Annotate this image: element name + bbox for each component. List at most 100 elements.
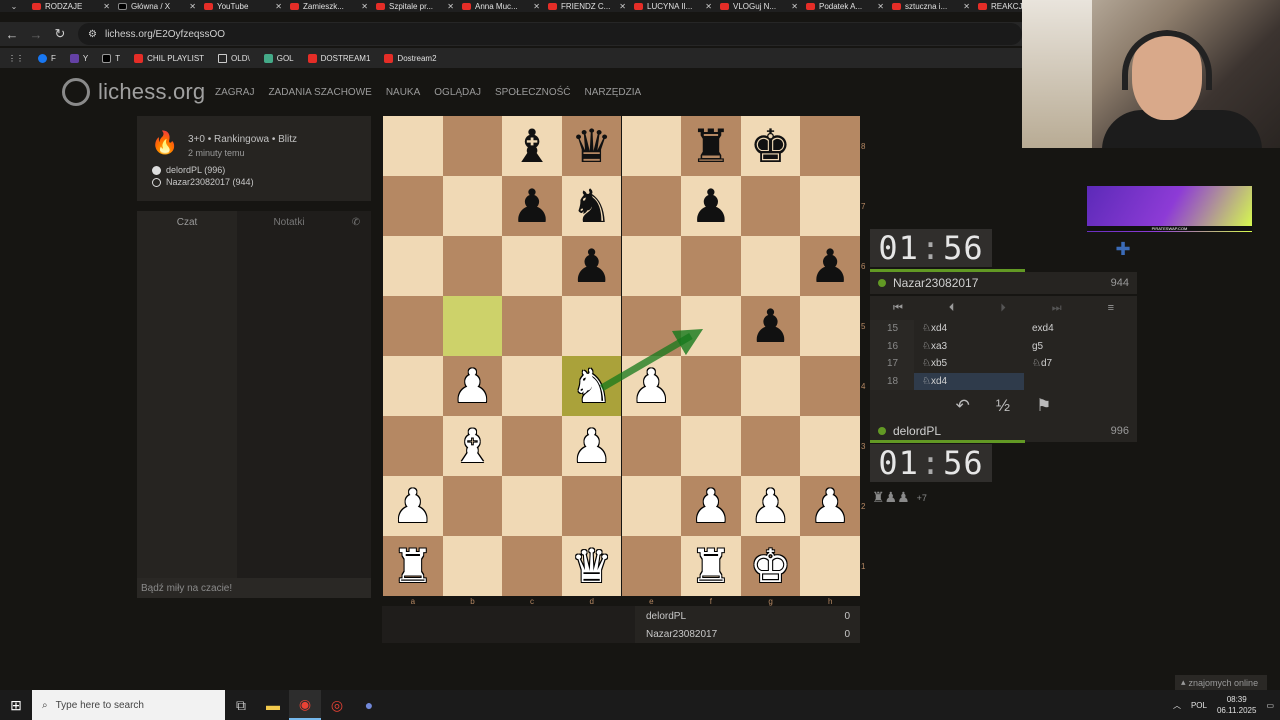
square-c1[interactable]: [502, 536, 562, 596]
square-g6[interactable]: [740, 236, 801, 296]
black-knight-icon[interactable]: ♞: [562, 176, 622, 236]
app-icon[interactable]: ◎: [321, 690, 353, 720]
black-pawn-icon[interactable]: ♟: [800, 236, 860, 296]
menu-icon[interactable]: ≡: [1108, 302, 1114, 314]
nav-item[interactable]: ZADANIA SZACHOWE: [268, 87, 371, 98]
square-h8[interactable]: [800, 116, 860, 176]
tab-close-icon[interactable]: ✕: [877, 2, 884, 11]
bookmark-item[interactable]: CHIL PLAYLIST: [134, 53, 204, 63]
friends-online[interactable]: ▴ znajomych online: [1175, 675, 1267, 690]
black-move[interactable]: g5: [1024, 338, 1137, 356]
white-bishop-icon[interactable]: ♝: [443, 416, 503, 476]
tab-close-icon[interactable]: ✕: [275, 2, 282, 11]
square-a3[interactable]: [383, 416, 443, 476]
browser-tab[interactable]: YouTube ✕: [200, 0, 286, 12]
square-e3[interactable]: [621, 416, 682, 476]
white-player-info[interactable]: delordPL (996): [152, 165, 225, 175]
white-move[interactable]: ♘xb5: [914, 355, 1024, 373]
browser-tab[interactable]: Główna / X ✕: [114, 0, 200, 12]
square-b6[interactable]: [442, 236, 503, 296]
white-rook-icon[interactable]: ♜: [681, 536, 741, 596]
square-a8[interactable]: [383, 116, 443, 176]
browser-tab[interactable]: sztuczna i... ✕: [888, 0, 974, 12]
language-indicator[interactable]: POL: [1191, 701, 1207, 710]
tab-close-icon[interactable]: ✕: [361, 2, 368, 11]
square-e2[interactable]: [621, 476, 682, 536]
square-b7[interactable]: [442, 176, 503, 236]
next-move-icon[interactable]: ⏵: [1000, 302, 1006, 315]
white-rook-icon[interactable]: ♜: [383, 536, 443, 596]
nav-item[interactable]: NAUKA: [386, 87, 420, 98]
resign-flag-icon[interactable]: ⚑: [1036, 396, 1051, 416]
last-move-icon[interactable]: ⏭: [1052, 302, 1062, 315]
black-queen-icon[interactable]: ♛: [562, 116, 622, 176]
black-move[interactable]: exd4: [1024, 320, 1137, 338]
white-pawn-icon[interactable]: ♟: [622, 356, 682, 416]
lichess-logo[interactable]: lichess.org: [62, 78, 205, 106]
nav-item[interactable]: ZAGRAJ: [215, 87, 254, 98]
tab-close-icon[interactable]: ✕: [705, 2, 712, 11]
first-move-icon[interactable]: ⏮: [893, 302, 903, 315]
square-h4[interactable]: [800, 356, 860, 416]
square-c5[interactable]: [502, 296, 562, 356]
black-player-info[interactable]: Nazar23082017 (944): [152, 177, 254, 187]
square-h5[interactable]: [800, 296, 860, 356]
nav-item[interactable]: NARZĘDZIA: [585, 87, 642, 98]
square-f4[interactable]: [681, 356, 741, 416]
browser-tab[interactable]: LUCYNA II... ✕: [630, 0, 716, 12]
site-info-icon[interactable]: ⚙: [88, 29, 97, 40]
takeback-icon[interactable]: ↶: [956, 396, 970, 416]
apps-icon[interactable]: ⋮⋮: [8, 54, 24, 63]
back-icon[interactable]: ←: [0, 27, 24, 42]
white-king-icon[interactable]: ♚: [741, 536, 801, 596]
browser-tab[interactable]: FRIENDZ C... ✕: [544, 0, 630, 12]
reload-icon[interactable]: ↻: [48, 26, 72, 42]
sponsor-banner[interactable]: PIRATESWAP.COM: [1087, 186, 1252, 232]
square-f6[interactable]: [681, 236, 741, 296]
white-knight-icon[interactable]: ♞: [562, 356, 622, 416]
square-e1[interactable]: [621, 536, 682, 596]
notifications-icon[interactable]: ▭: [1266, 701, 1274, 710]
square-e7[interactable]: [621, 176, 682, 236]
square-b1[interactable]: [442, 536, 503, 596]
square-e8[interactable]: [621, 116, 682, 176]
add-icon[interactable]: ✚: [1114, 240, 1132, 258]
tab-notes[interactable]: Notatki: [237, 211, 341, 233]
square-e6[interactable]: [621, 236, 682, 296]
square-f5[interactable]: [681, 296, 741, 356]
nav-item[interactable]: OGLĄDAJ: [434, 87, 481, 98]
browser-tab[interactable]: Zamieszk... ✕: [286, 0, 372, 12]
square-h3[interactable]: [800, 416, 860, 476]
taskbar-clock[interactable]: 08:39 06.11.2025: [1217, 694, 1256, 716]
tab-close-icon[interactable]: ✕: [447, 2, 454, 11]
black-pawn-icon[interactable]: ♟: [562, 236, 622, 296]
black-rook-icon[interactable]: ♜: [681, 116, 741, 176]
bookmark-item[interactable]: OLD\: [218, 53, 250, 63]
discord-icon[interactable]: ●: [353, 690, 385, 720]
chrome-icon[interactable]: ◉: [289, 690, 321, 720]
tab-chat[interactable]: Czat: [137, 211, 237, 233]
tab-close-icon[interactable]: ✕: [533, 2, 540, 11]
windows-start-icon[interactable]: ⊞: [0, 697, 32, 714]
square-d2[interactable]: [561, 476, 622, 536]
square-d5[interactable]: [561, 296, 622, 356]
white-move[interactable]: ♘xd4: [914, 372, 1024, 390]
bookmark-item[interactable]: F: [38, 53, 56, 63]
phone-icon[interactable]: ✆: [341, 211, 371, 233]
square-e5[interactable]: [621, 296, 682, 356]
opponent-player-row[interactable]: Nazar23082017 944: [870, 272, 1137, 294]
self-player-row[interactable]: delordPL 996: [870, 420, 1137, 442]
square-c2[interactable]: [502, 476, 562, 536]
white-move[interactable]: ♘xa3: [914, 338, 1024, 356]
chat-input[interactable]: Bądź miły na czacie!: [137, 578, 371, 598]
square-b5[interactable]: [442, 296, 503, 356]
tab-close-icon[interactable]: ✕: [619, 2, 626, 11]
white-pawn-icon[interactable]: ♟: [741, 476, 801, 536]
bookmark-item[interactable]: Dostream2: [384, 53, 437, 63]
black-pawn-icon[interactable]: ♟: [681, 176, 741, 236]
square-c4[interactable]: [502, 356, 562, 416]
black-pawn-icon[interactable]: ♟: [741, 296, 801, 356]
taskbar-search[interactable]: ⌕ Type here to search: [32, 690, 225, 720]
square-b2[interactable]: [442, 476, 503, 536]
square-h7[interactable]: [800, 176, 860, 236]
